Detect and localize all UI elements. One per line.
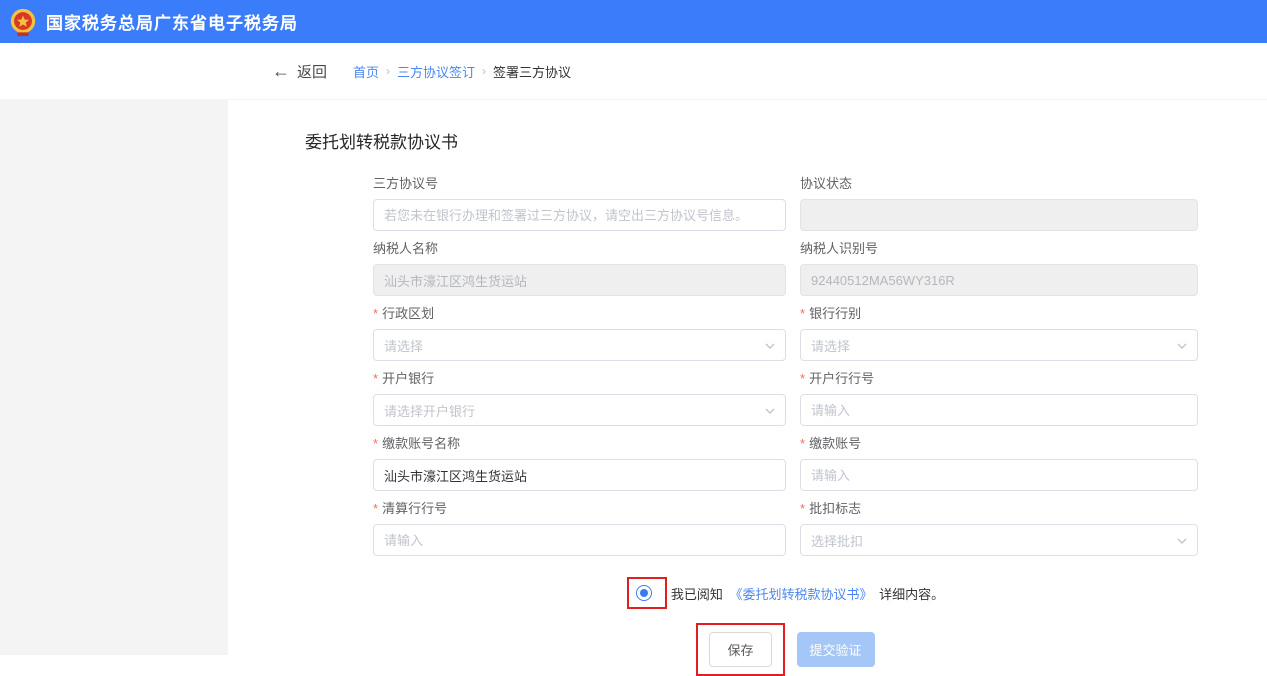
field-admin-region: *行政区划 请选择	[373, 305, 786, 361]
opening-bank-select[interactable]: 请选择开户银行	[373, 394, 786, 426]
breadcrumb-bar: ← 返回 首页 › 三方协议签订 › 签署三方协议	[0, 43, 1267, 100]
save-highlight-box: 保存	[696, 623, 784, 676]
action-button-row: 保存 提交验证	[373, 623, 1198, 676]
agreement-doc-link[interactable]: 《委托划转税款协议书》	[729, 587, 872, 602]
field-clearing-bank-number: *清算行行号	[373, 500, 786, 556]
main-content: 委托划转税款协议书 三方协议号 协议状态 纳税人名称 纳税人识别号	[228, 100, 1267, 655]
field-taxpayer-id: 纳税人识别号	[800, 240, 1198, 296]
page-title: 委托划转税款协议书	[305, 128, 1267, 153]
taxpayer-name-label: 纳税人名称	[373, 240, 786, 258]
payment-account-label: *缴款账号	[800, 435, 1198, 453]
bank-type-label: *银行行别	[800, 305, 1198, 323]
chevron-down-icon	[764, 405, 776, 417]
field-bank-branch-number: *开户行行号	[800, 370, 1198, 426]
chevron-down-icon	[764, 340, 776, 352]
breadcrumb-separator: ›	[482, 64, 486, 78]
breadcrumb-current: 签署三方协议	[493, 62, 571, 81]
batch-deduct-flag-label: *批扣标志	[800, 500, 1198, 518]
opening-bank-label: *开户银行	[373, 370, 786, 388]
clearing-bank-number-label: *清算行行号	[373, 500, 786, 518]
tax-bureau-logo-icon	[8, 7, 38, 37]
submit-verify-button: 提交验证	[797, 632, 875, 667]
payment-account-input[interactable]	[800, 459, 1198, 491]
radio-dot-icon	[640, 589, 648, 597]
agreement-form: 三方协议号 协议状态 纳税人名称 纳税人识别号 *行政区划 请选择	[373, 175, 1198, 565]
agreement-suffix: 详细内容。	[879, 587, 944, 602]
agreement-acknowledge-row: 我已阅知 《委托划转税款协议书》 详细内容。	[373, 577, 1198, 609]
field-agreement-status: 协议状态	[800, 175, 1198, 231]
back-label: 返回	[297, 61, 327, 82]
field-bank-type: *银行行别 请选择	[800, 305, 1198, 361]
payment-account-name-input[interactable]	[373, 459, 786, 491]
taxpayer-id-input	[800, 264, 1198, 296]
breadcrumb-agreement-signing[interactable]: 三方协议签订	[397, 62, 475, 81]
admin-region-label: *行政区划	[373, 305, 786, 323]
breadcrumb-separator: ›	[386, 64, 390, 78]
chevron-down-icon	[1176, 340, 1188, 352]
admin-region-select[interactable]: 请选择	[373, 329, 786, 361]
field-batch-deduct-flag: *批扣标志 选择批扣	[800, 500, 1198, 556]
radio-highlight-box	[627, 577, 667, 609]
agreement-number-input[interactable]	[373, 199, 786, 231]
field-taxpayer-name: 纳税人名称	[373, 240, 786, 296]
clearing-bank-number-input[interactable]	[373, 524, 786, 556]
save-button[interactable]: 保存	[709, 632, 771, 667]
agreement-status-input	[800, 199, 1198, 231]
field-payment-account: *缴款账号	[800, 435, 1198, 491]
bank-branch-number-input[interactable]	[800, 394, 1198, 426]
agreement-text: 我已阅知 《委托划转税款协议书》 详细内容。	[671, 584, 944, 603]
chevron-down-icon	[1176, 535, 1188, 547]
breadcrumb-home[interactable]: 首页	[353, 62, 379, 81]
payment-account-name-label: *缴款账号名称	[373, 435, 786, 453]
agreement-prefix: 我已阅知	[671, 587, 723, 602]
back-arrow-icon: ←	[272, 62, 290, 80]
taxpayer-id-label: 纳税人识别号	[800, 240, 1198, 258]
app-title: 国家税务总局广东省电子税务局	[46, 9, 298, 34]
agreement-radio[interactable]	[636, 585, 652, 601]
bank-type-select[interactable]: 请选择	[800, 329, 1198, 361]
agreement-number-label: 三方协议号	[373, 175, 786, 193]
field-agreement-number: 三方协议号	[373, 175, 786, 231]
breadcrumb: 首页 › 三方协议签订 › 签署三方协议	[353, 62, 571, 81]
agreement-status-label: 协议状态	[800, 175, 1198, 193]
field-opening-bank: *开户银行 请选择开户银行	[373, 370, 786, 426]
batch-deduct-flag-select[interactable]: 选择批扣	[800, 524, 1198, 556]
field-payment-account-name: *缴款账号名称	[373, 435, 786, 491]
taxpayer-name-input	[373, 264, 786, 296]
bank-branch-number-label: *开户行行号	[800, 370, 1198, 388]
app-header: 国家税务总局广东省电子税务局	[0, 0, 1267, 43]
left-spacer-panel	[0, 100, 228, 655]
back-button[interactable]: ← 返回	[272, 61, 327, 82]
